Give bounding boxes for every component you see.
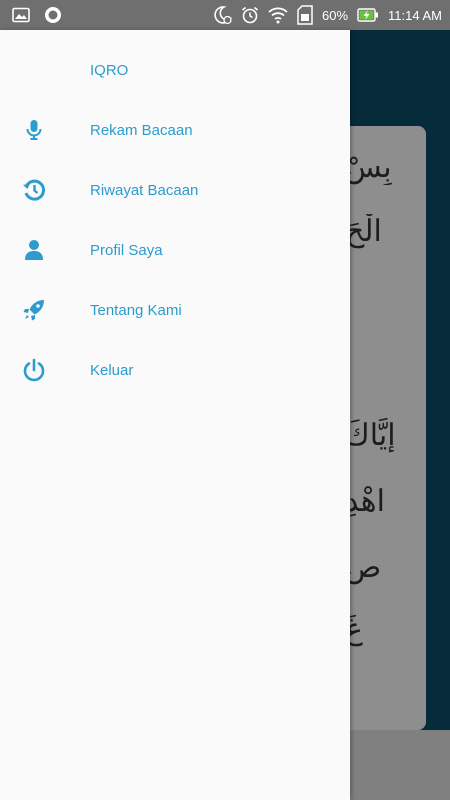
history-icon	[22, 178, 46, 202]
alarm-clock-icon	[241, 6, 259, 24]
nav-item-keluar[interactable]: Keluar	[0, 340, 350, 400]
clock-time: 11:14 AM	[388, 7, 442, 23]
nav-item-label: Tentang Kami	[90, 301, 182, 319]
nav-item-label: Riwayat Bacaan	[90, 181, 199, 199]
record-circle-icon	[44, 6, 62, 24]
nav-item-riwayat-bacaan[interactable]: Riwayat Bacaan	[0, 160, 350, 220]
sd-card-icon	[297, 5, 313, 25]
nav-item-rekam-bacaan[interactable]: Rekam Bacaan	[0, 100, 350, 160]
nav-item-profil-saya[interactable]: Profil Saya	[0, 220, 350, 280]
moon-clock-icon	[214, 5, 232, 25]
battery-percent: 60%	[322, 7, 349, 23]
user-icon	[22, 238, 46, 262]
microphone-icon	[22, 118, 46, 142]
battery-charging-icon	[357, 7, 379, 23]
rocket-icon	[22, 298, 46, 322]
nav-item-label: Keluar	[90, 361, 134, 379]
navigation-drawer: IQRO Rekam Bacaan Riwayat Bacaan Profil …	[0, 30, 350, 800]
power-icon	[22, 358, 46, 382]
nav-item-label: Profil Saya	[90, 241, 163, 259]
nav-item-tentang-kami[interactable]: Tentang Kami	[0, 280, 350, 340]
drawer-title: IQRO	[90, 62, 129, 79]
status-bar: 60% 11:14 AM	[0, 0, 450, 30]
wifi-icon	[268, 6, 288, 24]
image-icon	[12, 7, 30, 23]
nav-item-label: Rekam Bacaan	[90, 121, 193, 139]
